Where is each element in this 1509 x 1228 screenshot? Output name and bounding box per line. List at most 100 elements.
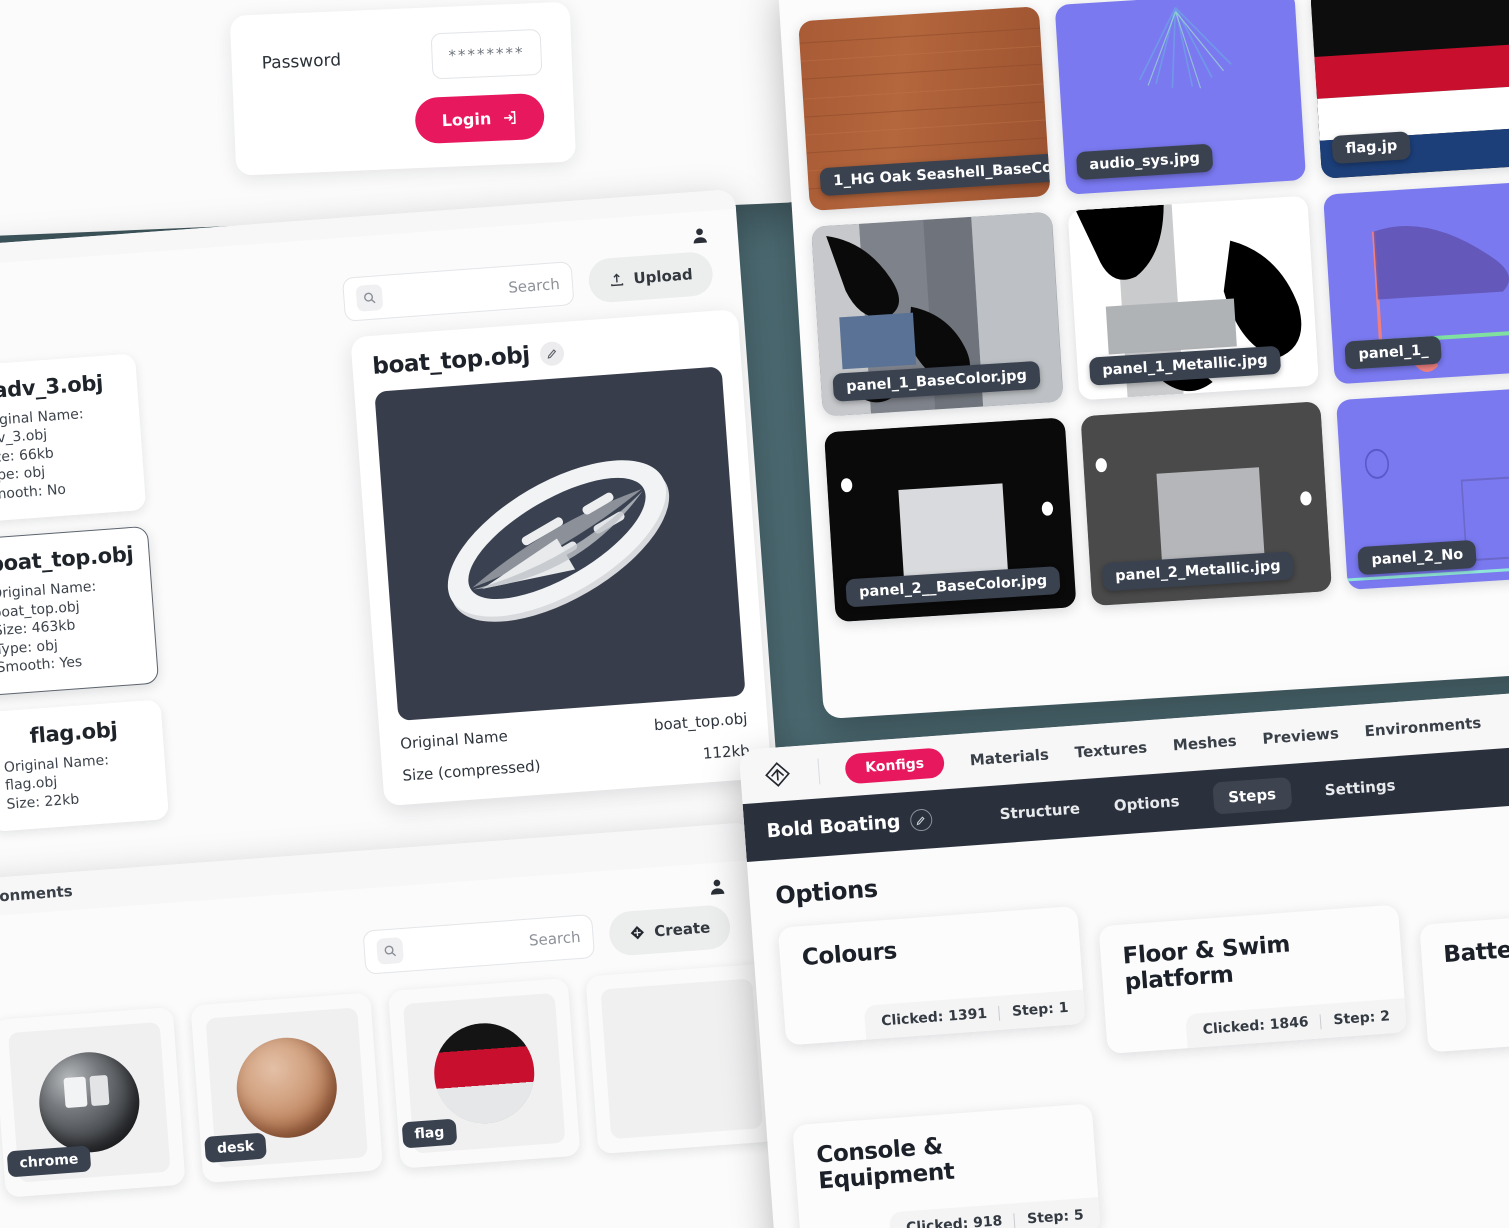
subnav-item-structure[interactable]: Structure [999, 799, 1080, 823]
material-label: chrome [6, 1145, 92, 1178]
nav-item-previews[interactable]: Previews [1262, 724, 1340, 748]
option-card-floor-swim-platform[interactable]: Floor & Swim platform Clicked: 1846 Step… [1098, 904, 1408, 1055]
chrome-sphere-icon [35, 1048, 143, 1156]
flag-sphere-icon [430, 1019, 538, 1127]
option-card-stats: Clicked: 1391 Step: 1 [864, 989, 1086, 1040]
password-field[interactable]: ******** [430, 28, 543, 80]
nav-separator [817, 758, 821, 785]
mesh-card-1[interactable]: adv_3.obj Original Name: adv_3.obj Size:… [0, 353, 147, 524]
option-card-stats: Clicked: 918 Step: 5 [889, 1197, 1101, 1228]
option-step-number: Step: 1 [1011, 999, 1069, 1020]
plus-diamond-icon [630, 926, 644, 940]
texture-tile-1[interactable]: audio_sys.jpg [1054, 0, 1307, 195]
materials-window: Environments Search Create chrome desk f… [0, 821, 785, 1228]
texture-tile-0[interactable]: 1_HG Oak Seashell_BaseColor.jpg [798, 6, 1051, 211]
mesh-card-name: boat_top.obj [0, 542, 134, 577]
boat-mesh-render [447, 460, 670, 622]
texture-grid: 1_HG Oak Seashell_BaseColor.jpg audio_sy… [778, 0, 1509, 641]
option-card-title: Floor & Swim platform [1121, 931, 1291, 996]
create-button[interactable]: Create [607, 903, 732, 957]
mesh-card-name: flag.obj [28, 717, 119, 748]
nav-item-environments[interactable]: Environments [1364, 714, 1482, 741]
material-card-flag[interactable]: flag [387, 977, 581, 1169]
option-card-colours[interactable]: Colours Clicked: 1391 Step: 1 [777, 905, 1086, 1046]
mesh-detail-title: boat_top.obj [371, 342, 531, 380]
material-preview: flag [401, 992, 566, 1154]
material-search-placeholder: Search [528, 927, 582, 950]
option-card-title: Console & Equipment [815, 1133, 956, 1195]
stat-divider [1320, 1013, 1323, 1029]
subnav-item-settings[interactable]: Settings [1324, 776, 1396, 799]
mesh-card-3-selected[interactable]: boat_top.obj Original Name: boat_top.obj… [0, 526, 160, 697]
texture-tile-6[interactable]: panel_2__BaseColor.jpg [824, 417, 1077, 623]
option-step-number: Step: 5 [1026, 1207, 1085, 1228]
mesh-detail-panel: boat_top.obj Original Name boat_top.obj … [350, 309, 772, 807]
material-card-chrome[interactable]: chrome [0, 1006, 186, 1198]
option-card-battery-size[interactable]: Battery Si Clic [1419, 902, 1509, 1053]
create-button-label: Create [653, 918, 711, 941]
texture-tile-7[interactable]: panel_2_Metallic.jpg [1080, 401, 1333, 607]
stat-divider [998, 1005, 1001, 1021]
texture-tile-8[interactable]: panel_2_No [1336, 385, 1509, 590]
project-title: Bold Boating [765, 810, 901, 843]
login-button[interactable]: Login [414, 92, 546, 145]
konfigs-window: Konfigs Materials Textures Meshes Previe… [738, 687, 1509, 1228]
detail-value: boat_top.obj [653, 709, 748, 735]
user-avatar-icon[interactable] [706, 876, 727, 897]
material-preview [600, 978, 763, 1140]
search-icon [376, 936, 404, 965]
mesh-card-meta: Original Name: flag.obj Size: 22kb [3, 748, 151, 814]
mesh-card-5[interactable]: flag.obj Original Name: flag.obj Size: 2… [0, 699, 170, 833]
mesh-search-placeholder: Search [507, 274, 561, 297]
search-icon [355, 284, 384, 312]
desk-sphere-icon [233, 1034, 341, 1142]
option-card-title: Battery Si [1442, 933, 1509, 969]
texture-label: flag.jp [1331, 131, 1412, 164]
option-clicked-count: Clicked: 1391 [880, 1005, 988, 1030]
mesh-card-name: adv_3.obj [0, 370, 104, 403]
material-label: desk [204, 1132, 268, 1163]
screenshot-stage: Password ******** Login Search Upload ad… [0, 0, 1509, 1228]
nav-item-materials[interactable]: Materials [969, 746, 1049, 770]
option-clicked-count: Clicked: 918 [905, 1213, 1003, 1228]
subnav-item-steps[interactable]: Steps [1212, 776, 1293, 815]
upload-button-label: Upload [632, 265, 694, 288]
option-card-console-equipment[interactable]: Console & Equipment Clicked: 918 Step: 5 [792, 1103, 1101, 1228]
upload-button[interactable]: Upload [587, 250, 715, 304]
login-arrow-icon [504, 110, 516, 124]
subnav-item-options[interactable]: Options [1113, 792, 1180, 815]
pencil-edit-icon[interactable] [538, 340, 565, 367]
detail-key: Original Name [399, 727, 509, 753]
login-button-label: Login [441, 108, 492, 130]
material-card-placeholder-2[interactable] [585, 963, 778, 1155]
material-preview: desk [204, 1007, 369, 1169]
password-label: Password [261, 50, 342, 74]
texture-tile-4[interactable]: panel_1_Metallic.jpg [1067, 195, 1320, 401]
texture-tile-3[interactable]: panel_1_BaseColor.jpg [811, 211, 1064, 417]
textures-window: 1_HG Oak Seashell_BaseColor.jpg audio_sy… [777, 0, 1509, 720]
nav-item-textures[interactable]: Textures [1074, 738, 1148, 761]
meshes-window: Search Upload 2.obj l Name: bj kb j [0, 188, 783, 922]
option-clicked-count: Clicked: 1846 [1202, 1014, 1310, 1038]
option-card-stats: Clicked: 1846 Step: 2 [1185, 998, 1408, 1049]
password-row: Password ******** [261, 28, 543, 87]
material-card-desk[interactable]: desk [190, 992, 384, 1184]
konfig-diamond-logo[interactable] [761, 758, 793, 790]
texture-tile-5[interactable]: panel_1_ [1323, 179, 1509, 385]
detail-key: Size (compressed) [401, 756, 542, 785]
upload-icon [610, 273, 624, 287]
option-card-title: Colours [801, 938, 898, 972]
mesh-card-meta: Original Name: adv_3.obj Size: 66kb Type… [0, 402, 128, 505]
material-label: flag [401, 1118, 458, 1149]
mesh-card-meta: Original Name: boat_top.obj Size: 463kb … [0, 575, 141, 678]
pencil-edit-icon[interactable] [909, 808, 933, 832]
nav-item-meshes[interactable]: Meshes [1172, 732, 1237, 755]
stat-divider [1013, 1212, 1016, 1228]
option-step-number: Step: 2 [1332, 1008, 1391, 1029]
material-preview: chrome [6, 1021, 171, 1183]
nav-item-environments[interactable]: Environments [0, 882, 73, 909]
user-avatar-icon[interactable] [689, 225, 710, 246]
texture-tile-2[interactable]: flag.jp [1310, 0, 1509, 179]
nav-item-konfigs[interactable]: Konfigs [844, 747, 946, 785]
mesh-3d-viewport[interactable] [374, 366, 746, 721]
